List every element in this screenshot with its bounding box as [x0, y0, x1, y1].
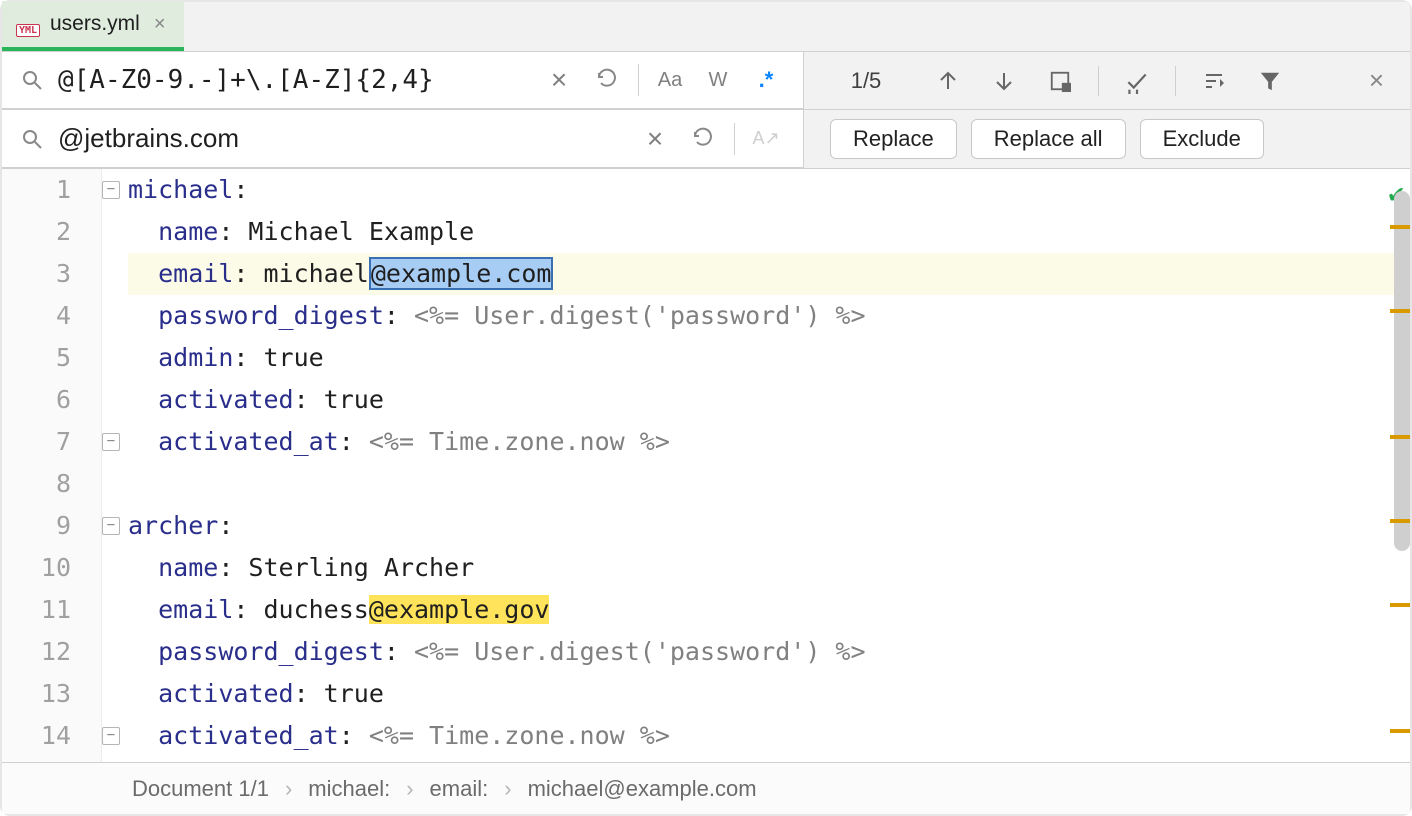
replace-icon	[20, 127, 44, 151]
breadcrumb-separator: ›	[504, 776, 511, 802]
code-editor[interactable]: 1234567891011121314 michael: name: Micha…	[2, 169, 1410, 762]
fold-toggle-icon[interactable]	[102, 433, 120, 451]
breadcrumb-separator: ›	[406, 776, 413, 802]
code-line[interactable]: email: duchess@example.gov	[128, 589, 1410, 631]
error-stripe[interactable]	[1390, 169, 1410, 762]
editor-tab[interactable]: YML users.yml ×	[2, 1, 184, 51]
line-number-gutter: 1234567891011121314	[2, 169, 102, 762]
code-line[interactable]: admin: true	[128, 337, 1410, 379]
exclude-button[interactable]: Exclude	[1140, 119, 1264, 159]
code-line[interactable]: name: Sterling Archer	[128, 547, 1410, 589]
match-marker[interactable]	[1390, 729, 1410, 733]
new-search-tool-button[interactable]	[1119, 63, 1155, 99]
replace-input[interactable]: @jetbrains.com × A↗	[2, 110, 804, 168]
replace-all-button[interactable]: Replace all	[971, 119, 1126, 159]
find-replace-panel: @[A-Z0-9.-]+\.[A-Z]{2,4} × Aa W .* 1/5	[2, 52, 1410, 169]
match-marker[interactable]	[1390, 435, 1410, 439]
code-line[interactable]: password_digest: <%= User.digest('passwo…	[128, 631, 1410, 673]
preserve-case-toggle[interactable]: A↗	[749, 122, 783, 156]
replace-button[interactable]: Replace	[830, 119, 957, 159]
whole-words-toggle[interactable]: W	[701, 63, 735, 97]
show-filter-popup-button[interactable]	[1196, 63, 1232, 99]
match-marker[interactable]	[1390, 225, 1410, 229]
replace-text: @jetbrains.com	[58, 123, 628, 154]
code-line[interactable]	[128, 463, 1410, 505]
code-line[interactable]: name: Michael Example	[128, 211, 1410, 253]
regex-toggle[interactable]: .*	[749, 63, 783, 97]
fold-toggle-icon[interactable]	[102, 181, 120, 199]
breadcrumb-item[interactable]: Document 1/1	[132, 776, 269, 802]
match-count: 1/5	[822, 68, 910, 94]
match-marker[interactable]	[1390, 603, 1410, 607]
search-icon	[20, 68, 44, 92]
tab-bar: YML users.yml ×	[2, 2, 1410, 52]
breadcrumbs[interactable]: Document 1/1 › michael: › email: › michael@exa…	[2, 762, 1410, 814]
replace-buttons: Replace Replace all Exclude	[804, 110, 1410, 168]
code-line[interactable]: activated_at: <%= Time.zone.now %>	[128, 421, 1410, 463]
breadcrumb-separator: ›	[285, 776, 292, 802]
search-pattern-text: @[A-Z0-9.-]+\.[A-Z]{2,4}	[58, 65, 532, 95]
breadcrumb-item[interactable]: michael@example.com	[528, 776, 757, 802]
match-marker[interactable]	[1390, 519, 1410, 523]
replace-history-icon[interactable]	[686, 122, 720, 156]
code-line[interactable]: password_digest: <%= User.digest('passwo…	[128, 295, 1410, 337]
file-type-icon: YML	[16, 11, 42, 37]
clear-search-icon[interactable]: ×	[542, 63, 576, 97]
code-line[interactable]: michael:	[128, 169, 1410, 211]
select-all-occurrences-button[interactable]	[1042, 63, 1078, 99]
clear-replace-icon[interactable]: ×	[638, 122, 672, 156]
fold-toggle-icon[interactable]	[102, 517, 120, 535]
find-row: @[A-Z0-9.-]+\.[A-Z]{2,4} × Aa W .* 1/5	[2, 52, 1410, 110]
prev-match-button[interactable]	[930, 63, 966, 99]
search-toolbar: 1/5 ×	[804, 52, 1410, 109]
code-line[interactable]: activated_at: <%= Time.zone.now %>	[128, 715, 1410, 757]
tab-label: users.yml	[50, 12, 140, 36]
search-history-icon[interactable]	[590, 63, 624, 97]
code-line[interactable]: email: michael@example.com	[128, 253, 1410, 295]
code-line[interactable]: activated: true	[128, 379, 1410, 421]
match-marker[interactable]	[1390, 309, 1410, 313]
next-match-button[interactable]	[986, 63, 1022, 99]
search-input[interactable]: @[A-Z0-9.-]+\.[A-Z]{2,4} × Aa W .*	[2, 52, 804, 109]
replace-field-tools: × A↗	[628, 122, 793, 156]
match-case-toggle[interactable]: Aa	[653, 63, 687, 97]
code-area[interactable]: michael: name: Michael Example email: mi…	[102, 169, 1410, 762]
close-tab-icon[interactable]: ×	[148, 13, 166, 36]
fold-toggle-icon[interactable]	[102, 727, 120, 745]
replace-row: @jetbrains.com × A↗ Replace Replace all …	[2, 110, 1410, 168]
search-field-tools: × Aa W .*	[532, 63, 793, 97]
filter-icon[interactable]	[1252, 63, 1288, 99]
code-line[interactable]: activated: true	[128, 673, 1410, 715]
close-panel-icon[interactable]: ×	[1361, 65, 1392, 96]
breadcrumb-item[interactable]: michael:	[308, 776, 390, 802]
breadcrumb-item[interactable]: email:	[430, 776, 489, 802]
code-line[interactable]: archer:	[128, 505, 1410, 547]
